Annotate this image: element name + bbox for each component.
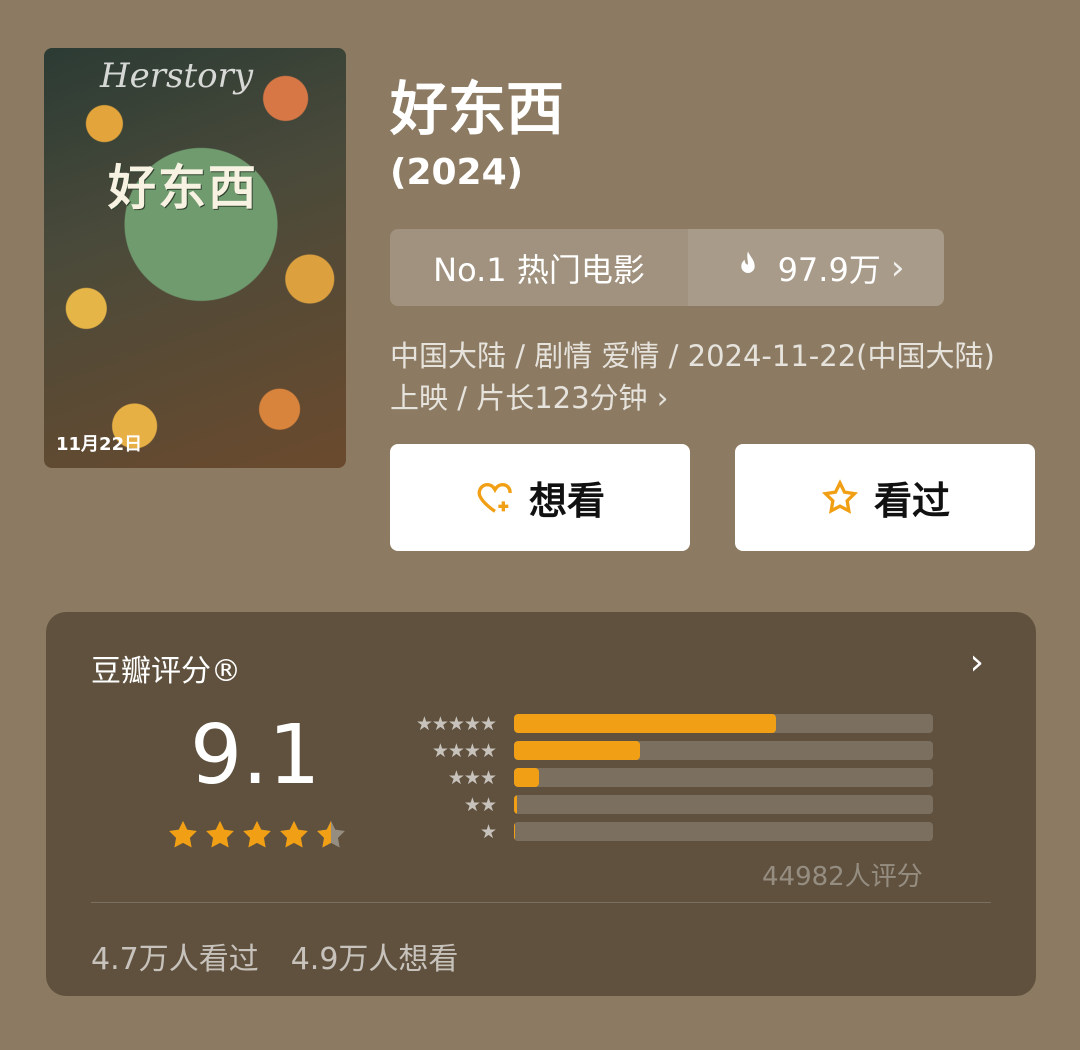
rating-stars bbox=[166, 818, 348, 852]
star-icon bbox=[169, 820, 197, 848]
distribution-fill bbox=[514, 795, 518, 814]
chevron-right-icon[interactable]: › bbox=[970, 642, 984, 683]
distribution-stars: ★★ bbox=[463, 793, 497, 816]
half-star-icon bbox=[317, 820, 345, 848]
distribution-row-4: ★★★★ bbox=[376, 737, 936, 764]
hot-count-button[interactable]: 97.9万 › bbox=[688, 229, 944, 306]
ranking-box[interactable]: No.1 热门电影 97.9万 › bbox=[390, 229, 944, 306]
divider bbox=[91, 902, 991, 903]
distribution-row-1: ★ bbox=[376, 818, 936, 845]
rating-card[interactable]: 豆瓣评分® › 9.1 ★★★★★ ★★★★ ★★★ ★★ ★ 44982人评分… bbox=[46, 612, 1036, 996]
distribution-bar bbox=[514, 768, 933, 787]
heart-plus-icon bbox=[477, 482, 512, 513]
distribution-row-3: ★★★ bbox=[376, 764, 936, 791]
rating-count: 44982人评分 bbox=[762, 862, 923, 892]
star-icon bbox=[243, 820, 271, 848]
distribution-bar bbox=[514, 795, 933, 814]
movie-poster[interactable]: Herstory 好东西 11月22日 bbox=[44, 48, 346, 468]
movie-meta[interactable]: 中国大陆 / 剧情 爱情 / 2024-11-22(中国大陆)上映 / 片长12… bbox=[390, 335, 1020, 419]
star-icon bbox=[280, 820, 308, 848]
seen-label: 看过 bbox=[873, 479, 950, 523]
bottom-stats: 4.7万人看过 4.9万人想看 bbox=[91, 934, 458, 978]
want-label: 想看 bbox=[528, 479, 605, 523]
distribution-fill bbox=[514, 714, 776, 733]
movie-title: 好东西 bbox=[390, 75, 565, 143]
seen-button[interactable]: 看过 bbox=[735, 444, 1035, 551]
ranking-label[interactable]: No.1 热门电影 bbox=[390, 229, 688, 306]
hot-count: 97.9万 bbox=[777, 250, 881, 289]
distribution-stars: ★★★ bbox=[447, 766, 497, 789]
want-to-see-button[interactable]: 想看 bbox=[390, 444, 690, 551]
distribution-fill bbox=[514, 822, 515, 841]
distribution-stars: ★★★★ bbox=[431, 739, 497, 762]
rating-distribution: ★★★★★ ★★★★ ★★★ ★★ ★ bbox=[376, 710, 936, 845]
distribution-row-2: ★★ bbox=[376, 791, 936, 818]
poster-logo: Herstory bbox=[100, 56, 254, 96]
poster-date: 11月22日 bbox=[56, 434, 143, 455]
star-outline-icon bbox=[821, 478, 859, 514]
rating-title: 豆瓣评分® bbox=[91, 654, 241, 689]
star-icon bbox=[206, 820, 234, 848]
rating-score: 9.1 bbox=[190, 708, 321, 803]
distribution-fill bbox=[514, 768, 540, 787]
distribution-bar bbox=[514, 822, 933, 841]
poster-title: 好东西 bbox=[108, 160, 259, 216]
chevron-right-icon: › bbox=[890, 247, 905, 288]
seen-count: 4.7万人看过 bbox=[91, 942, 259, 977]
want-count: 4.9万人想看 bbox=[290, 942, 459, 977]
distribution-stars: ★★★★★ bbox=[415, 712, 497, 735]
movie-year: (2024) bbox=[390, 152, 524, 193]
distribution-fill bbox=[514, 741, 640, 760]
distribution-bar bbox=[514, 714, 933, 733]
distribution-bar bbox=[514, 741, 933, 760]
flame-icon bbox=[740, 250, 755, 273]
distribution-stars: ★ bbox=[479, 820, 497, 843]
distribution-row-5: ★★★★★ bbox=[376, 710, 936, 737]
